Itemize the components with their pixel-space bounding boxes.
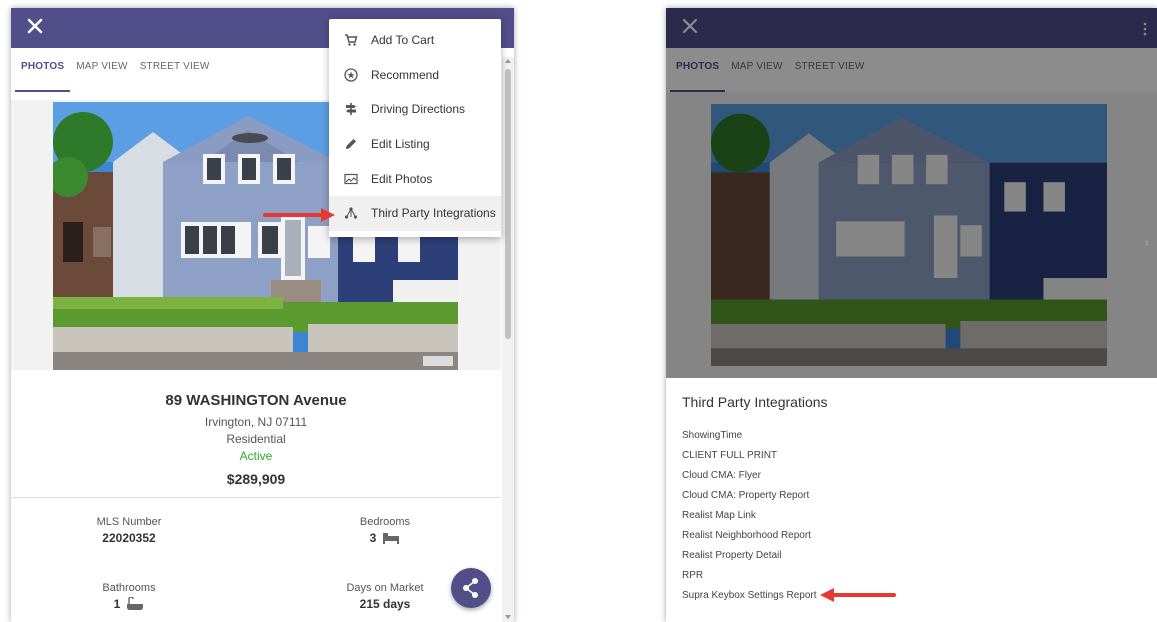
share-icon (463, 578, 478, 598)
listing-price: $289,909 (226, 471, 286, 487)
tab-photos[interactable]: PHOTOS (15, 48, 71, 92)
pencil-icon (343, 136, 359, 152)
days-on-market-value: 215 days (359, 597, 411, 611)
menu-item-label: Third Party Integrations (371, 206, 496, 221)
integrations-dialog-panel: PHOTOS MAP VIEW STREET VIEW › Third Part… (666, 8, 1157, 622)
recommend-icon (343, 67, 359, 83)
listing-type: Residential (226, 432, 286, 446)
scroll-up-icon[interactable] (505, 59, 511, 63)
annotation-arrow-icon (820, 588, 896, 602)
tab-street-view[interactable]: STREET VIEW (134, 48, 216, 92)
bathrooms-value: 1 (113, 597, 121, 611)
bathrooms-label: Bathrooms (102, 582, 156, 594)
annotation-arrow-icon (263, 208, 335, 222)
listing-summary: 89 WASHINGTON Avenue Irvington, NJ 07111… (11, 392, 501, 487)
dialog-title: Third Party Integrations (682, 394, 828, 410)
tab-map-view[interactable]: MAP VIEW (70, 48, 133, 92)
integration-realist-map-link[interactable]: Realist Map Link (682, 506, 1141, 526)
menu-item-recommend[interactable]: Recommend (329, 58, 501, 93)
mls-number-value: 22020352 (102, 531, 156, 545)
cart-icon (343, 32, 359, 48)
listing-city: Irvington, NJ 07111 (204, 415, 308, 429)
network-icon (343, 205, 359, 221)
divider (11, 497, 501, 498)
actions-menu: Add To Cart Recommend Driving Directions… (329, 19, 501, 237)
mls-number-stat: MLS Number 22020352 (49, 516, 209, 545)
integration-cloud-cma-flyer[interactable]: Cloud CMA: Flyer (682, 466, 1141, 486)
menu-item-add-to-cart[interactable]: Add To Cart (329, 23, 501, 58)
menu-item-label: Edit Listing (371, 137, 430, 152)
menu-item-driving-directions[interactable]: Driving Directions (329, 92, 501, 127)
integration-supra-keybox-settings-report[interactable]: Supra Keybox Settings Report (682, 586, 1141, 606)
menu-item-label: Driving Directions (371, 102, 466, 117)
integration-realist-neighborhood-report[interactable]: Realist Neighborhood Report (682, 526, 1141, 546)
menu-item-label: Add To Cart (371, 33, 435, 48)
bed-icon (383, 533, 400, 544)
bedrooms-value: 3 (369, 531, 377, 545)
scroll-down-icon[interactable] (505, 615, 511, 619)
integration-realist-property-detail[interactable]: Realist Property Detail (682, 546, 1141, 566)
photo-edit-icon (343, 171, 359, 187)
listing-address: 89 WASHINGTON Avenue (165, 392, 347, 409)
scrollbar-thumb[interactable] (505, 69, 511, 339)
menu-item-edit-photos[interactable]: Edit Photos (329, 161, 501, 196)
bathtub-icon (127, 597, 144, 610)
mls-number-label: MLS Number (96, 516, 162, 528)
menu-item-label: Edit Photos (371, 171, 433, 186)
scrollbar[interactable] (502, 57, 514, 622)
modal-backdrop[interactable] (666, 8, 1157, 378)
listing-detail-panel: PHOTOS MAP VIEW STREET VIEW 89 WASHINGTO… (11, 8, 514, 622)
integration-client-full-print[interactable]: CLIENT FULL PRINT (682, 446, 1141, 466)
integrations-dialog: Third Party Integrations ShowingTime CLI… (666, 378, 1157, 622)
signpost-icon (343, 101, 359, 117)
bedrooms-stat: Bedrooms 3 (305, 516, 465, 545)
share-button[interactable] (451, 568, 491, 608)
integration-rpr[interactable]: RPR (682, 566, 1141, 586)
days-on-market-label: Days on Market (346, 582, 424, 594)
integration-showingtime[interactable]: ShowingTime (682, 426, 1141, 446)
menu-item-label: Recommend (371, 67, 440, 82)
menu-item-third-party-integrations[interactable]: Third Party Integrations (329, 195, 501, 231)
close-icon[interactable] (23, 14, 47, 38)
listing-status: Active (239, 449, 273, 463)
integration-cloud-cma-property-report[interactable]: Cloud CMA: Property Report (682, 486, 1141, 506)
menu-item-edit-listing[interactable]: Edit Listing (329, 127, 501, 162)
bedrooms-label: Bedrooms (359, 516, 411, 528)
next-photo-icon[interactable]: › (1144, 234, 1149, 250)
days-on-market-stat: Days on Market 215 days (305, 582, 465, 611)
bathrooms-stat: Bathrooms 1 (49, 582, 209, 611)
